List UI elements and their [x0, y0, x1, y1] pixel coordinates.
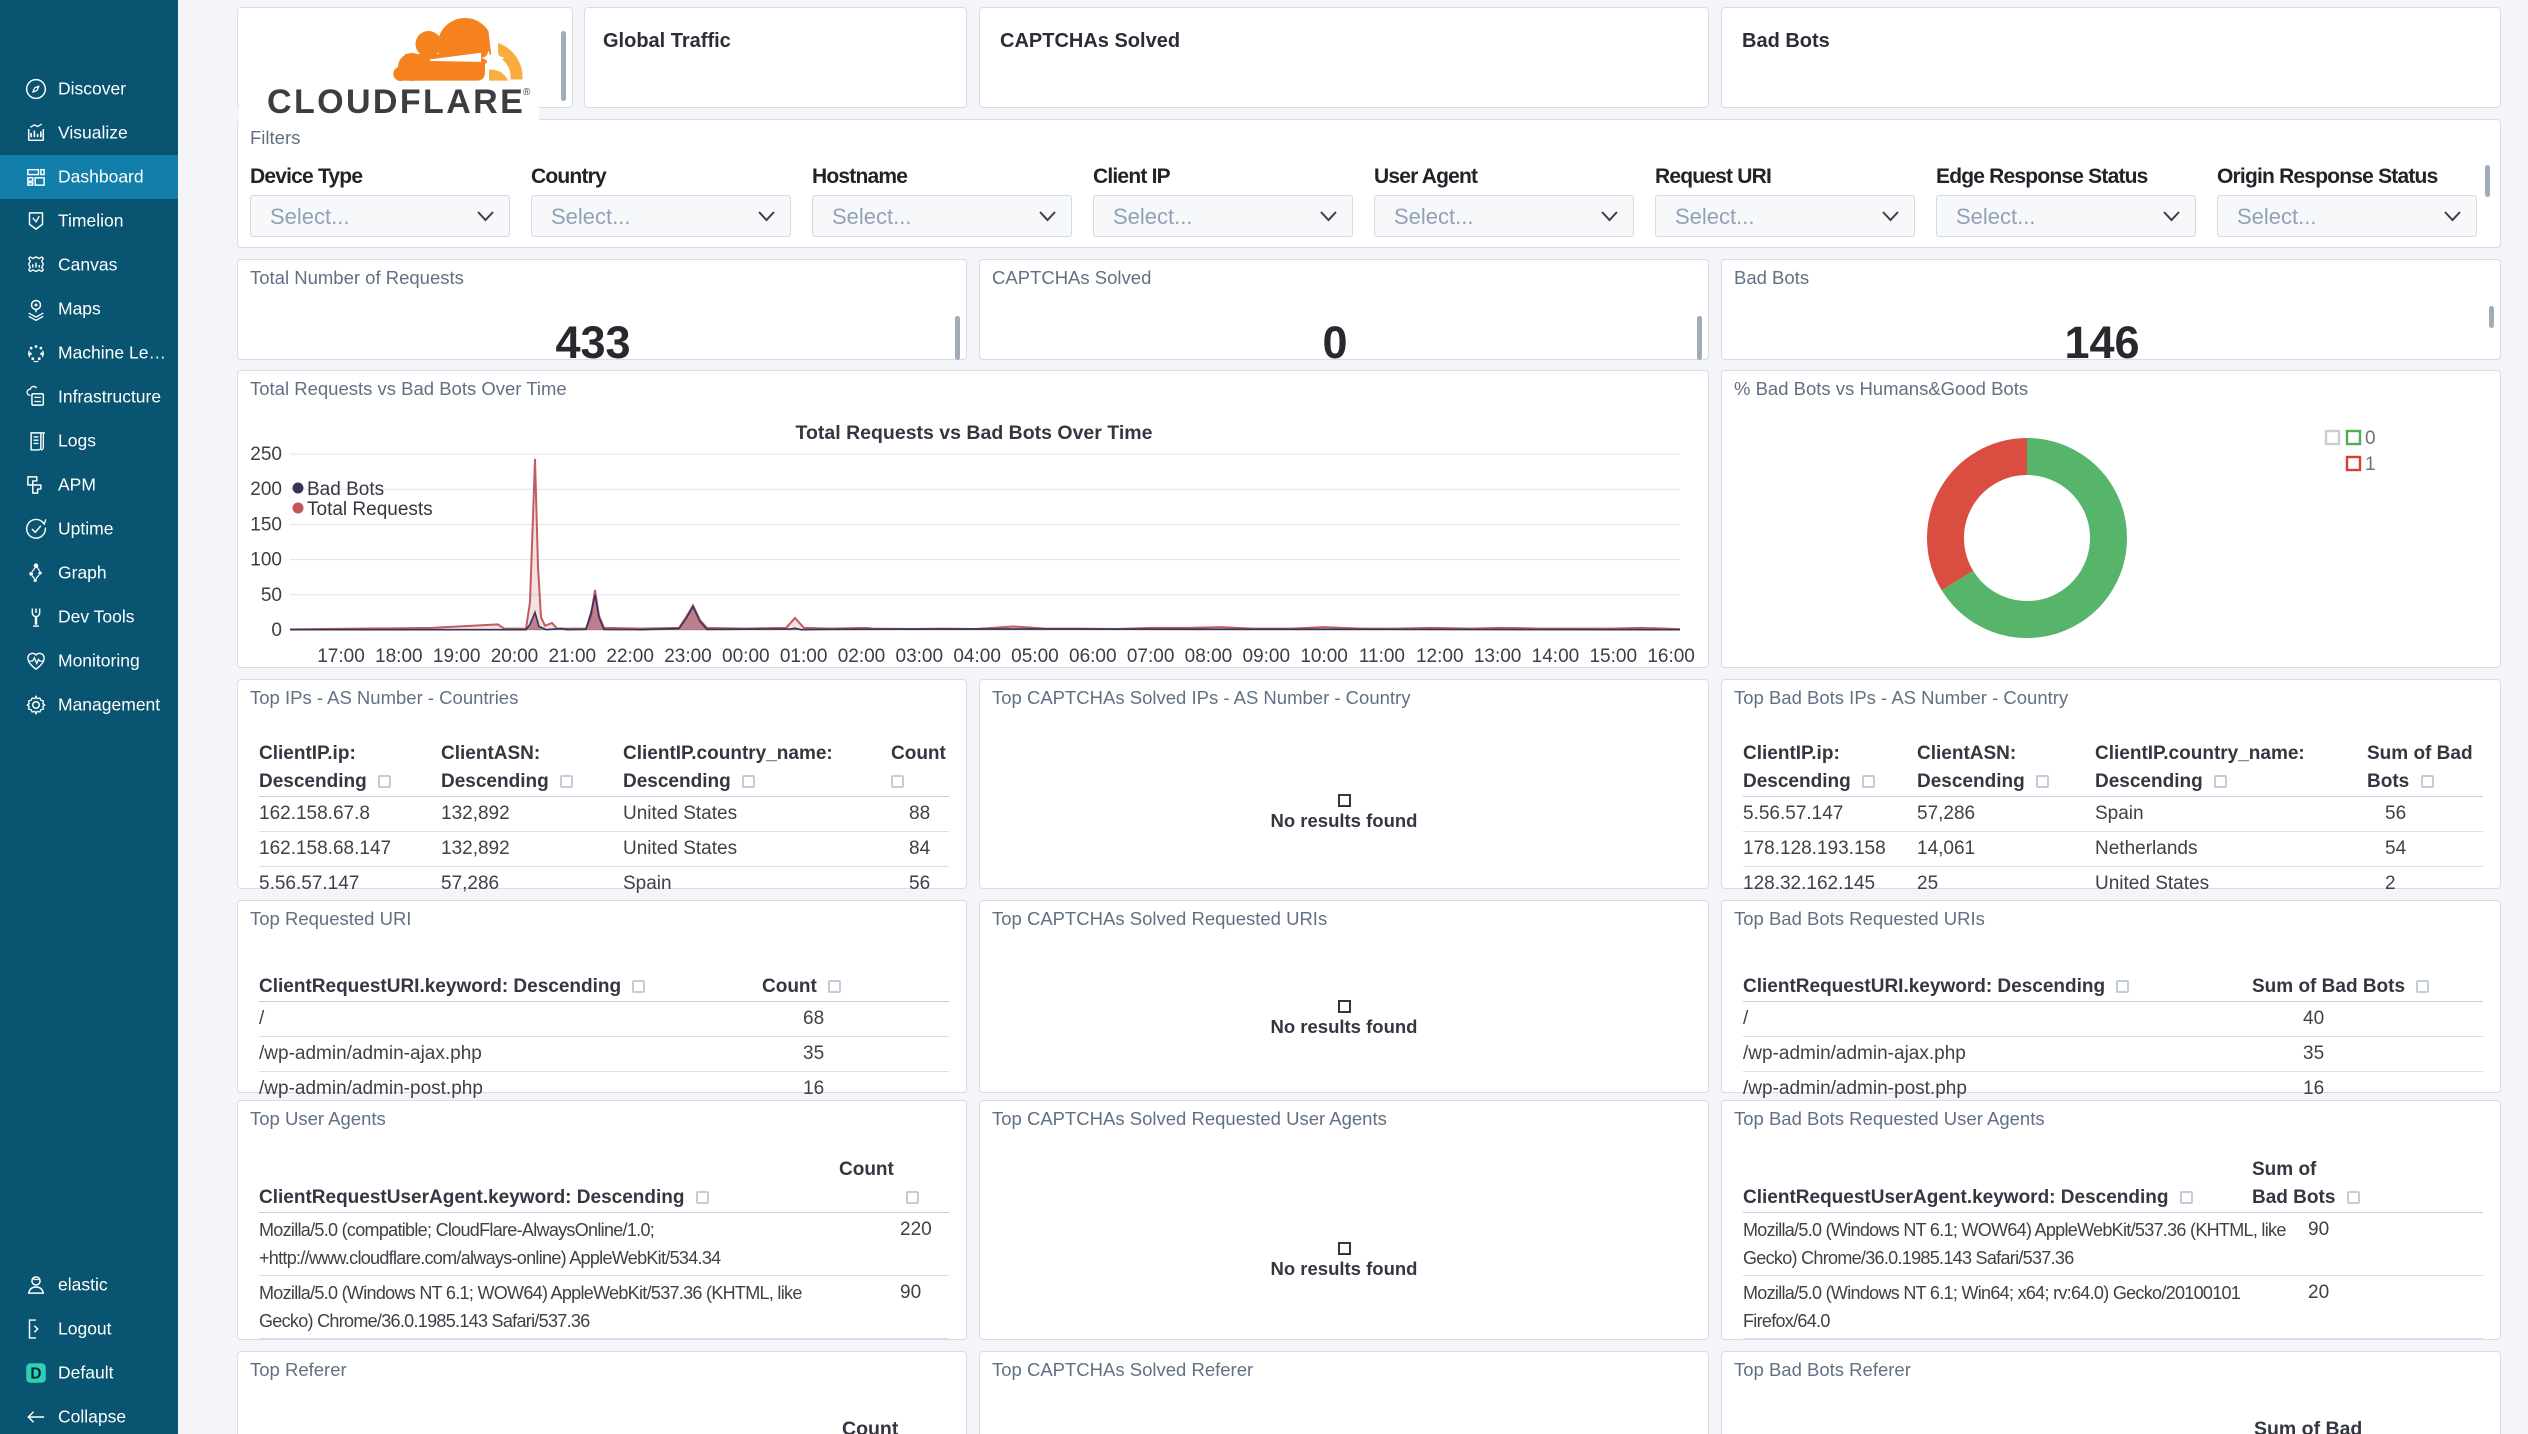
svg-text:19:00: 19:00 — [433, 646, 481, 667]
svg-text:01:00: 01:00 — [780, 646, 828, 667]
svg-text:00:00: 00:00 — [722, 646, 770, 667]
svg-text:D: D — [30, 1366, 41, 1383]
svg-text:06:00: 06:00 — [1069, 646, 1117, 667]
svg-text:18:00: 18:00 — [375, 646, 423, 667]
svg-text:15:00: 15:00 — [1589, 646, 1637, 667]
svg-text:®: ® — [523, 87, 531, 98]
svg-text:50: 50 — [261, 585, 282, 606]
svg-text:07:00: 07:00 — [1127, 646, 1175, 667]
svg-text:12:00: 12:00 — [1416, 646, 1464, 667]
svg-text:03:00: 03:00 — [896, 646, 944, 667]
svg-text:08:00: 08:00 — [1185, 646, 1233, 667]
svg-text:CLOUDFLARE: CLOUDFLARE — [267, 83, 525, 121]
svg-text:02:00: 02:00 — [838, 646, 886, 667]
svg-text:05:00: 05:00 — [1011, 646, 1059, 667]
svg-text:0: 0 — [2365, 428, 2376, 449]
svg-text:16:00: 16:00 — [1647, 646, 1695, 667]
svg-text:Bad Bots: Bad Bots — [307, 479, 384, 500]
svg-text:13:00: 13:00 — [1474, 646, 1522, 667]
svg-text:200: 200 — [250, 479, 282, 500]
svg-text:14:00: 14:00 — [1532, 646, 1580, 667]
svg-text:04:00: 04:00 — [953, 646, 1001, 667]
svg-text:150: 150 — [250, 514, 282, 535]
svg-text:250: 250 — [250, 444, 282, 465]
svg-text:17:00: 17:00 — [317, 646, 365, 667]
svg-text:100: 100 — [250, 550, 282, 571]
svg-text:21:00: 21:00 — [549, 646, 597, 667]
svg-text:1: 1 — [2365, 454, 2376, 475]
svg-text:Total Requests: Total Requests — [307, 499, 433, 520]
svg-text:22:00: 22:00 — [606, 646, 654, 667]
svg-text:23:00: 23:00 — [664, 646, 712, 667]
svg-text:11:00: 11:00 — [1359, 646, 1405, 667]
svg-text:20:00: 20:00 — [491, 646, 539, 667]
svg-text:10:00: 10:00 — [1300, 646, 1348, 667]
svg-text:0: 0 — [271, 620, 282, 641]
svg-text:09:00: 09:00 — [1243, 646, 1291, 667]
svg-text:Total Requests vs Bad Bots Ove: Total Requests vs Bad Bots Over Time — [796, 422, 1153, 444]
